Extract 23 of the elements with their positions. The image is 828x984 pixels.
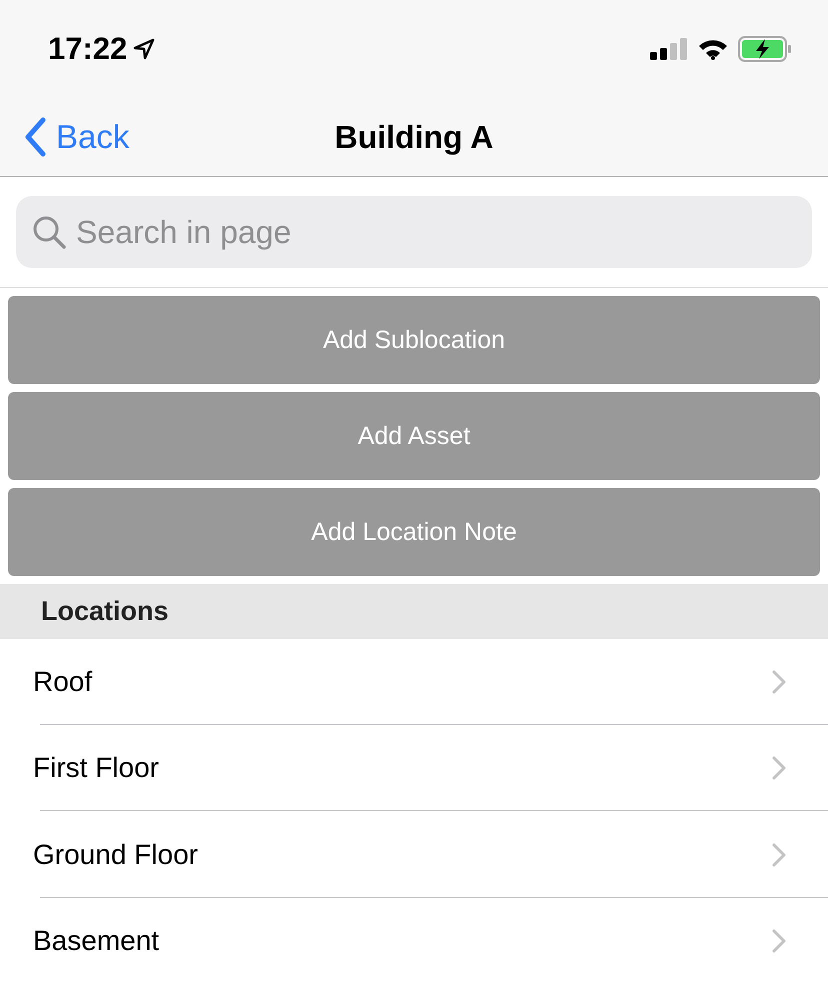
signal-icon (650, 38, 688, 60)
chevron-right-icon (772, 670, 786, 694)
list-row[interactable]: First Floor (0, 725, 828, 812)
status-time: 17:22 (48, 31, 128, 67)
row-label: Ground Floor (33, 838, 198, 871)
row-label: First Floor (33, 752, 159, 784)
page-title: Building A (334, 118, 494, 156)
back-button[interactable]: Back (24, 117, 130, 157)
row-label: Basement (33, 924, 160, 957)
list-row[interactable]: Basement (0, 898, 828, 984)
chevron-right-icon (772, 842, 786, 867)
search-field[interactable]: Search in page (16, 196, 812, 268)
chevron-right-icon (772, 928, 786, 953)
location-arrow-icon (133, 38, 156, 60)
list-row[interactable]: Roof (0, 638, 828, 726)
row-label: Roof (33, 666, 92, 698)
search-icon (32, 215, 66, 249)
chevron-left-icon (24, 117, 46, 157)
wifi-icon (698, 38, 728, 60)
battery-charging-icon (738, 36, 792, 62)
chevron-right-icon (772, 756, 786, 780)
list-row[interactable]: Ground Floor (0, 811, 828, 898)
section-title: Locations (41, 596, 169, 627)
